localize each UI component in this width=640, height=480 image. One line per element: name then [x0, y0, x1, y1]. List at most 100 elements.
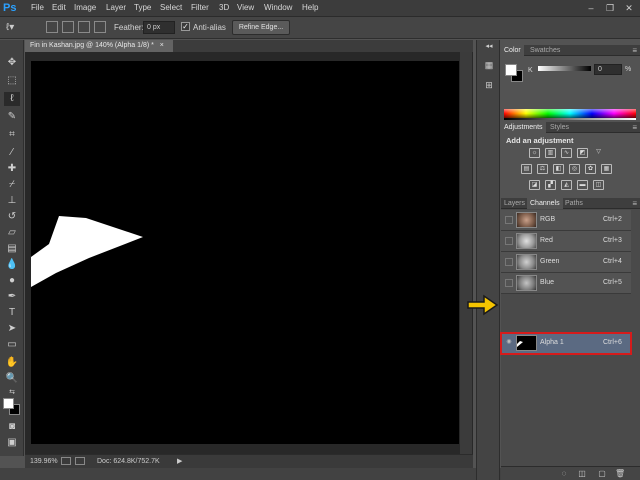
menu-3d[interactable]: 3D — [219, 3, 229, 12]
vibrance-icon[interactable]: ▽ — [593, 148, 604, 158]
menu-filter[interactable]: Filter — [191, 3, 209, 12]
channel-row-rgb[interactable]: RGB Ctrl+2 — [501, 210, 631, 231]
tab-styles[interactable]: Styles — [547, 122, 572, 133]
visibility-eye-icon[interactable]: ◉ — [505, 339, 513, 347]
channel-row-red[interactable]: Red Ctrl+3 — [501, 231, 631, 252]
tab-adjustments[interactable]: Adjustments — [501, 122, 546, 133]
menu-window[interactable]: Window — [264, 3, 292, 12]
properties-panel-icon[interactable]: ⊞ — [482, 78, 496, 92]
dodge-tool-icon[interactable]: ● — [4, 274, 20, 288]
menu-file[interactable]: File — [31, 3, 44, 12]
blur-tool-icon[interactable]: 💧 — [4, 258, 20, 272]
grayscale-ramp[interactable] — [504, 118, 636, 120]
anti-alias-checkbox[interactable]: ✓ — [181, 22, 190, 31]
menu-view[interactable]: View — [237, 3, 254, 12]
color-panel-foreground[interactable] — [505, 64, 517, 76]
tab-paths[interactable]: Paths — [562, 198, 586, 209]
menu-layer[interactable]: Layer — [106, 3, 126, 12]
color-lookup-icon[interactable]: ▦ — [601, 164, 612, 174]
threshold-icon[interactable]: ◭ — [561, 180, 572, 190]
status-preview-icon[interactable] — [61, 457, 71, 465]
quick-mask-icon[interactable]: ◙ — [4, 420, 20, 434]
visibility-icon[interactable] — [505, 279, 513, 287]
feather-input[interactable]: 0 px — [143, 21, 175, 34]
channel-row-green[interactable]: Green Ctrl+4 — [501, 252, 631, 273]
menu-edit[interactable]: Edit — [52, 3, 66, 12]
pen-tool-icon[interactable]: ✒ — [4, 290, 20, 304]
panel-menu-icon[interactable]: ≡ — [632, 122, 637, 133]
load-selection-icon[interactable]: ◌ — [559, 469, 569, 479]
visibility-icon[interactable] — [505, 216, 513, 224]
collapse-dock-icon[interactable]: ◂◂ — [482, 40, 496, 54]
channel-row-blue[interactable]: Blue Ctrl+5 — [501, 273, 631, 294]
document-tab[interactable]: Fin in Kashan.jpg @ 140% (Alpha 1/8) * × — [25, 40, 173, 52]
history-panel-icon[interactable]: ▦ — [482, 58, 496, 72]
menu-help[interactable]: Help — [302, 3, 318, 12]
menu-select[interactable]: Select — [160, 3, 182, 12]
photo-filter-icon[interactable]: ◎ — [569, 164, 580, 174]
panel-menu-icon[interactable]: ≡ — [632, 45, 637, 56]
status-menu-arrow-icon[interactable]: ▶ — [177, 457, 182, 465]
black-white-icon[interactable]: ◧ — [553, 164, 564, 174]
tab-swatches[interactable]: Swatches — [527, 45, 563, 56]
visibility-icon[interactable] — [505, 237, 513, 245]
eyedropper-tool-icon[interactable]: ⁄ — [4, 146, 20, 160]
lasso-preset-icon[interactable]: ℓ▾ — [6, 20, 28, 35]
refine-edge-button[interactable]: Refine Edge... — [232, 20, 290, 35]
add-selection-icon[interactable] — [62, 21, 74, 33]
vertical-scrollbar[interactable] — [460, 52, 472, 454]
history-brush-tool-icon[interactable]: ↺ — [4, 210, 20, 224]
color-balance-icon[interactable]: ⚖ — [537, 164, 548, 174]
minimize-icon[interactable]: – — [585, 2, 597, 14]
crop-tool-icon[interactable]: ⌗ — [4, 128, 20, 142]
zoom-tool-icon[interactable]: 🔍 — [4, 372, 20, 386]
gradient-tool-icon[interactable]: ▤ — [4, 242, 20, 256]
channel-mixer-icon[interactable]: ✿ — [585, 164, 596, 174]
levels-icon[interactable]: ▥ — [545, 148, 556, 158]
menu-image[interactable]: Image — [74, 3, 96, 12]
k-slider[interactable] — [538, 66, 591, 71]
k-value-input[interactable]: 0 — [594, 64, 622, 75]
brush-tool-icon[interactable]: ⌿ — [4, 178, 20, 192]
path-select-tool-icon[interactable]: ➤ — [4, 322, 20, 336]
exposure-icon[interactable]: ◩ — [577, 148, 588, 158]
close-document-icon[interactable]: × — [160, 42, 164, 49]
restore-icon[interactable]: ❐ — [604, 2, 616, 14]
intersect-selection-icon[interactable] — [94, 21, 106, 33]
quick-select-tool-icon[interactable]: ✎ — [4, 110, 20, 124]
hue-saturation-icon[interactable]: ▤ — [521, 164, 532, 174]
menu-type[interactable]: Type — [134, 3, 151, 12]
zoom-level[interactable]: 139.96% — [30, 458, 58, 465]
selective-color-icon[interactable]: ◫ — [593, 180, 604, 190]
shape-tool-icon[interactable]: ▭ — [4, 338, 20, 352]
canvas[interactable] — [31, 61, 459, 444]
new-selection-icon[interactable] — [46, 21, 58, 33]
tab-color[interactable]: Color — [501, 45, 524, 56]
curves-icon[interactable]: ∿ — [561, 148, 572, 158]
lasso-tool-icon[interactable]: ℓ — [4, 92, 20, 106]
foreground-color-swatch[interactable] — [3, 398, 14, 409]
tab-channels[interactable]: Channels — [527, 198, 563, 209]
panel-menu-icon[interactable]: ≡ — [632, 198, 637, 209]
brightness-icon[interactable]: ☼ — [529, 148, 540, 158]
channel-row-alpha-1[interactable]: ◉ Alpha 1 Ctrl+6 — [500, 332, 632, 355]
eraser-tool-icon[interactable]: ▱ — [4, 226, 20, 240]
delete-channel-icon[interactable]: 🗑 — [615, 469, 625, 479]
status-info-icon[interactable] — [75, 457, 85, 465]
healing-tool-icon[interactable]: ✚ — [4, 162, 20, 176]
gradient-map-icon[interactable]: ▬ — [577, 180, 588, 190]
marquee-tool-icon[interactable]: ⬚ — [4, 74, 20, 88]
screen-mode-icon[interactable]: ▣ — [4, 436, 20, 450]
move-tool-icon[interactable]: ✥ — [4, 56, 20, 70]
new-channel-icon[interactable]: ▢ — [597, 469, 607, 479]
save-selection-icon[interactable]: ◫ — [577, 469, 587, 479]
posterize-icon[interactable]: ▞ — [545, 180, 556, 190]
clone-stamp-tool-icon[interactable]: ⊥ — [4, 194, 20, 208]
close-icon[interactable]: ✕ — [623, 2, 635, 14]
subtract-selection-icon[interactable] — [78, 21, 90, 33]
hand-tool-icon[interactable]: ✋ — [4, 356, 20, 370]
type-tool-icon[interactable]: T — [4, 306, 20, 320]
tab-layers[interactable]: Layers — [501, 198, 528, 209]
visibility-icon[interactable] — [505, 258, 513, 266]
invert-icon[interactable]: ◪ — [529, 180, 540, 190]
